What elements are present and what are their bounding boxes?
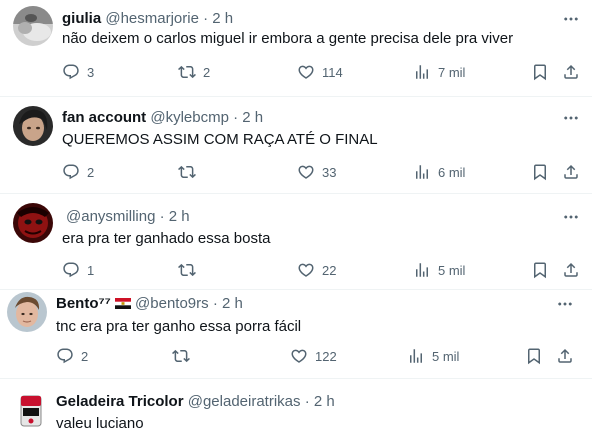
views-icon xyxy=(407,347,425,365)
reply-button[interactable]: 1 xyxy=(62,260,94,280)
views-icon xyxy=(413,163,431,181)
separator-dot: · xyxy=(233,109,239,126)
tweet-text: tnc era pra ter ganho essa porra fácil xyxy=(56,318,302,335)
tweet-header: @anysmilling · 2 h xyxy=(66,208,190,226)
share-icon[interactable] xyxy=(556,347,574,365)
like-icon xyxy=(297,163,315,181)
reply-button[interactable]: 2 xyxy=(62,162,94,182)
reply-button[interactable]: 3 xyxy=(62,62,94,82)
bookmark-icon[interactable] xyxy=(531,261,549,279)
views-button[interactable]: 5 mil xyxy=(407,346,459,366)
tweet[interactable]: Geladeira Tricolor @geladeiratrikas · 2 … xyxy=(0,379,592,437)
like-count: 122 xyxy=(315,348,337,364)
tweet[interactable]: @anysmilling · 2 h era pra ter ganhado e… xyxy=(0,194,592,289)
views-count: 7 mil xyxy=(438,64,466,80)
tweet-text: valeu luciano xyxy=(56,415,144,432)
user-handle[interactable]: @geladeiratrikas xyxy=(188,393,301,410)
retweet-icon xyxy=(178,163,196,181)
tweet-header: Geladeira Tricolor @geladeiratrikas · 2 … xyxy=(56,393,335,411)
reply-count: 2 xyxy=(81,348,89,364)
like-count: 33 xyxy=(322,164,337,180)
retweet-button[interactable] xyxy=(178,162,196,182)
tweet[interactable]: fan account @kylebcmp · 2 h QUEREMOS ASS… xyxy=(0,97,592,193)
reply-count: 2 xyxy=(87,164,95,180)
tweet-text: era pra ter ganhado essa bosta xyxy=(62,230,271,247)
like-button[interactable]: 114 xyxy=(297,62,343,82)
reply-icon xyxy=(62,261,80,279)
tweet[interactable]: Bento⁷⁷ @bento9rs · 2 h tnc era pra ter … xyxy=(0,290,592,378)
flag-icon xyxy=(114,298,131,309)
share-icon[interactable] xyxy=(562,261,580,279)
bookmark-icon[interactable] xyxy=(531,63,549,81)
retweet-count: 2 xyxy=(203,64,211,80)
like-button[interactable]: 22 xyxy=(297,260,336,280)
more-icon[interactable] xyxy=(562,208,580,226)
views-button[interactable]: 6 mil xyxy=(413,162,465,182)
timestamp[interactable]: 2 h xyxy=(212,10,233,27)
like-icon xyxy=(297,63,315,81)
separator-dot: · xyxy=(304,393,310,410)
views-button[interactable]: 5 mil xyxy=(413,260,465,280)
reply-button[interactable]: 2 xyxy=(56,346,88,366)
like-count: 22 xyxy=(322,262,337,278)
avatar[interactable] xyxy=(13,106,53,146)
user-handle[interactable]: @anysmilling xyxy=(66,208,155,225)
reply-count: 3 xyxy=(87,64,95,80)
bookmark-icon[interactable] xyxy=(525,347,543,365)
display-name[interactable]: giulia xyxy=(62,10,101,27)
retweet-button[interactable] xyxy=(172,346,190,366)
display-name[interactable]: Geladeira Tricolor xyxy=(56,393,184,410)
retweet-button[interactable] xyxy=(178,260,196,280)
avatar[interactable] xyxy=(13,203,53,243)
like-icon xyxy=(290,347,308,365)
more-icon[interactable] xyxy=(562,10,580,28)
display-name[interactable]: Bento⁷⁷ xyxy=(56,295,111,312)
like-button[interactable]: 122 xyxy=(290,346,337,366)
separator-dot: · xyxy=(159,208,165,225)
separator-dot: · xyxy=(212,295,218,312)
user-handle[interactable]: @bento9rs xyxy=(135,295,209,312)
timestamp[interactable]: 2 h xyxy=(314,393,335,410)
display-name[interactable]: fan account xyxy=(62,109,146,126)
like-button[interactable]: 33 xyxy=(297,162,336,182)
retweet-icon xyxy=(172,347,190,365)
user-handle[interactable]: @kylebcmp xyxy=(150,109,229,126)
retweet-icon xyxy=(178,63,196,81)
views-button[interactable]: 7 mil xyxy=(413,62,465,82)
reply-count: 1 xyxy=(87,262,95,278)
avatar[interactable] xyxy=(11,390,51,430)
views-icon xyxy=(413,261,431,279)
avatar[interactable] xyxy=(13,6,53,46)
user-handle[interactable]: @hesmarjorie xyxy=(105,10,199,27)
reply-icon xyxy=(62,63,80,81)
views-count: 5 mil xyxy=(438,262,466,278)
more-icon[interactable] xyxy=(556,295,574,313)
tweet[interactable]: giulia @hesmarjorie · 2 h não deixem o c… xyxy=(0,0,592,96)
avatar[interactable] xyxy=(7,292,47,332)
retweet-button[interactable]: 2 xyxy=(178,62,210,82)
timestamp[interactable]: 2 h xyxy=(222,295,243,312)
reply-icon xyxy=(56,347,74,365)
views-icon xyxy=(413,63,431,81)
more-icon[interactable] xyxy=(562,109,580,127)
timestamp[interactable]: 2 h xyxy=(242,109,263,126)
reply-icon xyxy=(62,163,80,181)
retweet-icon xyxy=(178,261,196,279)
timestamp[interactable]: 2 h xyxy=(169,208,190,225)
tweet-header: Bento⁷⁷ @bento9rs · 2 h xyxy=(56,295,243,313)
tweet-text: QUEREMOS ASSIM COM RAÇA ATÉ O FINAL xyxy=(62,131,378,148)
bookmark-icon[interactable] xyxy=(531,163,549,181)
separator-dot: · xyxy=(203,10,209,27)
views-count: 6 mil xyxy=(438,164,466,180)
like-icon xyxy=(297,261,315,279)
tweet-header: giulia @hesmarjorie · 2 h xyxy=(62,10,233,28)
tweet-text: não deixem o carlos miguel ir embora a g… xyxy=(62,30,514,47)
share-icon[interactable] xyxy=(562,63,580,81)
like-count: 114 xyxy=(322,64,343,80)
tweet-header: fan account @kylebcmp · 2 h xyxy=(62,109,263,127)
views-count: 5 mil xyxy=(432,348,460,364)
share-icon[interactable] xyxy=(562,163,580,181)
